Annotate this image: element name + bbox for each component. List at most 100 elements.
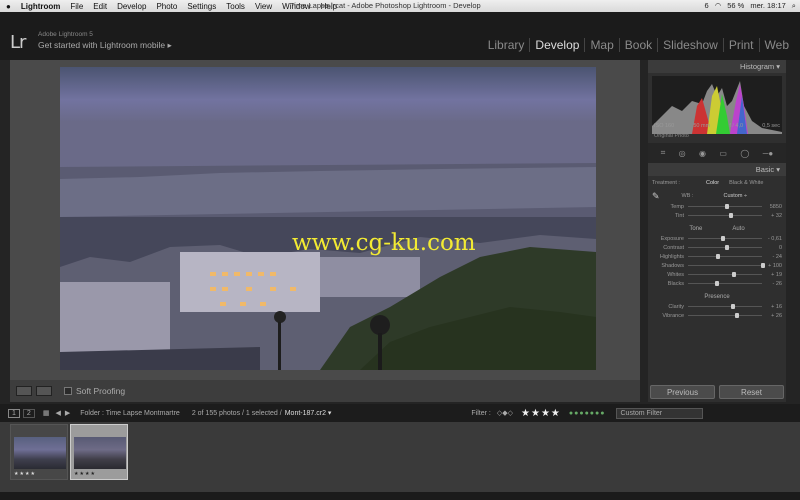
- page-2-button[interactable]: 2: [22, 408, 35, 418]
- app-menu[interactable]: Lightroom: [21, 2, 61, 11]
- slider-knob[interactable]: [720, 236, 725, 241]
- slider-value[interactable]: + 16: [762, 304, 782, 310]
- slider-value[interactable]: - 26: [762, 281, 782, 287]
- slider-track[interactable]: [688, 236, 762, 241]
- slider-track[interactable]: [688, 313, 762, 318]
- apple-menu-icon[interactable]: ●: [6, 2, 11, 11]
- basic-header[interactable]: Basic ▾: [648, 163, 786, 176]
- spot-removal-icon[interactable]: ◎: [679, 149, 686, 158]
- mobile-link[interactable]: Get started with Lightroom mobile ▸: [38, 40, 172, 51]
- search-icon[interactable]: ⌕: [792, 1, 796, 11]
- slider-knob[interactable]: [725, 204, 729, 209]
- exposure-slider[interactable]: Exposure - 0,61: [648, 234, 786, 243]
- tint-slider[interactable]: Tint + 32: [648, 211, 786, 220]
- slider-track[interactable]: [688, 272, 762, 277]
- color-label-filter[interactable]: ●●●●●●●: [569, 410, 606, 417]
- shadows-slider[interactable]: Shadows + 100: [648, 261, 786, 270]
- filmstrip-thumbnail[interactable]: ★★★★: [10, 424, 68, 480]
- slider-value[interactable]: 5850: [762, 204, 782, 210]
- eyedropper-icon[interactable]: ✎: [652, 191, 660, 202]
- red-eye-icon[interactable]: ◉: [699, 149, 706, 158]
- rating-filter[interactable]: ★★★★: [521, 408, 561, 419]
- slider-track[interactable]: [688, 254, 762, 259]
- forward-arrow-icon[interactable]: ▶: [65, 409, 70, 417]
- clarity-slider[interactable]: Clarity + 16: [648, 302, 786, 311]
- battery-status[interactable]: 56 %: [727, 1, 744, 11]
- slider-value[interactable]: - 24: [762, 254, 782, 260]
- selected-file[interactable]: Mont-187.cr2 ▾: [285, 409, 332, 417]
- grid-view-icon[interactable]: ▦: [43, 409, 50, 417]
- bottom-panel-toggle[interactable]: [0, 492, 800, 500]
- auto-tone-button[interactable]: Auto: [732, 224, 744, 234]
- module-print[interactable]: Print: [722, 38, 759, 52]
- module-library[interactable]: Library: [483, 38, 530, 52]
- main-photo[interactable]: www.cg-ku.com: [60, 67, 596, 370]
- menu-view[interactable]: View: [255, 2, 272, 11]
- back-arrow-icon[interactable]: ◀: [55, 409, 60, 417]
- page-1-button[interactable]: 1: [8, 408, 20, 418]
- folder-path[interactable]: Folder : Time Lapse Montmartre: [80, 410, 180, 417]
- whites-slider[interactable]: Whites + 19: [648, 270, 786, 279]
- slider-track[interactable]: [688, 281, 762, 286]
- slider-value[interactable]: - 0,61: [762, 236, 782, 242]
- menu-tools[interactable]: Tools: [226, 2, 245, 11]
- contrast-slider[interactable]: Contrast 0: [648, 243, 786, 252]
- treatment-color[interactable]: Color: [706, 180, 719, 186]
- menu-photo[interactable]: Photo: [156, 2, 177, 11]
- wifi-icon[interactable]: ◠: [715, 1, 722, 11]
- blacks-slider[interactable]: Blacks - 26: [648, 279, 786, 288]
- menu-develop[interactable]: Develop: [117, 2, 146, 11]
- before-after-button[interactable]: [36, 386, 52, 396]
- slider-knob[interactable]: [725, 245, 729, 250]
- crop-tool-icon[interactable]: ⌗: [661, 148, 666, 158]
- slider-label: Contrast: [663, 244, 684, 251]
- histogram-header[interactable]: Histogram ▾: [648, 60, 786, 73]
- slider-track[interactable]: [688, 213, 762, 218]
- notification-count[interactable]: 6: [705, 1, 709, 11]
- custom-filter-dropdown[interactable]: Custom Filter: [615, 407, 704, 419]
- highlights-slider[interactable]: Highlights - 24: [648, 252, 786, 261]
- slider-knob[interactable]: [760, 263, 765, 268]
- soft-proofing-checkbox[interactable]: [64, 387, 72, 395]
- slider-value[interactable]: + 26: [762, 313, 782, 319]
- wb-dropdown[interactable]: Custom ÷: [723, 193, 747, 199]
- module-map[interactable]: Map: [584, 38, 618, 52]
- previous-button[interactable]: Previous: [650, 385, 715, 399]
- slider-track[interactable]: [688, 263, 765, 268]
- slider-knob[interactable]: [730, 304, 735, 309]
- slider-value[interactable]: + 19: [762, 272, 782, 278]
- slider-knob[interactable]: [716, 254, 721, 259]
- filmstrip-thumbnail-selected[interactable]: ★★★★: [70, 424, 128, 480]
- lightroom-logo: Lr: [10, 32, 26, 53]
- slider-label: Shadows: [661, 262, 684, 269]
- slider-knob[interactable]: [732, 272, 737, 277]
- loupe-view: www.cg-ku.com: [10, 60, 640, 380]
- slider-knob[interactable]: [734, 313, 739, 318]
- slider-value[interactable]: + 32: [762, 213, 782, 219]
- temp-slider[interactable]: Temp 5850: [648, 202, 786, 211]
- slider-track[interactable]: [688, 204, 762, 209]
- slider-value[interactable]: 0: [762, 245, 782, 251]
- module-slideshow[interactable]: Slideshow: [657, 38, 723, 52]
- clock[interactable]: mer. 18:17: [750, 1, 785, 11]
- tone-sliders: Exposure - 0,61 Contrast 0 Highlights - 24 Sha…: [648, 234, 786, 288]
- slider-value[interactable]: + 100: [762, 263, 782, 269]
- graduated-filter-icon[interactable]: ▭: [719, 149, 727, 158]
- reset-button[interactable]: Reset: [719, 385, 784, 399]
- radial-filter-icon[interactable]: ◯: [740, 149, 749, 158]
- slider-track[interactable]: [688, 304, 762, 309]
- slider-knob[interactable]: [715, 281, 720, 286]
- flag-filter-icon[interactable]: ◇◆◇: [497, 409, 513, 417]
- module-develop[interactable]: Develop: [529, 38, 584, 52]
- slider-knob[interactable]: [728, 213, 733, 218]
- menu-file[interactable]: File: [70, 2, 83, 11]
- vibrance-slider[interactable]: Vibrance + 26: [648, 311, 786, 320]
- module-web[interactable]: Web: [758, 38, 794, 52]
- menu-edit[interactable]: Edit: [93, 2, 107, 11]
- menu-settings[interactable]: Settings: [187, 2, 216, 11]
- treatment-bw[interactable]: Black & White: [729, 180, 763, 186]
- slider-track[interactable]: [688, 245, 762, 250]
- brush-tool-icon[interactable]: ─●: [763, 149, 774, 158]
- module-book[interactable]: Book: [618, 38, 657, 52]
- loupe-view-button[interactable]: [16, 386, 32, 396]
